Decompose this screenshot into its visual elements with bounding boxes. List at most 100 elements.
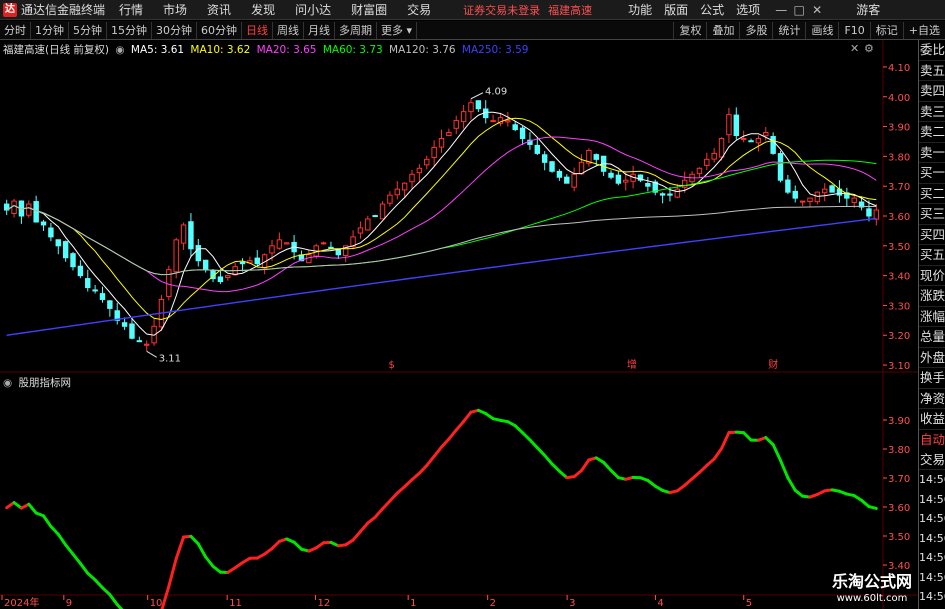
candle-body (180, 224, 187, 244)
close-icon[interactable]: ✕ (808, 3, 826, 17)
indicator-tick-label: 3.90 (888, 416, 910, 427)
candle-body (188, 221, 194, 250)
tab-5min[interactable]: 5分钟 (69, 21, 107, 39)
candle-body (460, 111, 467, 123)
settings-dot-icon[interactable]: ◉ (115, 44, 124, 56)
candle-body (26, 203, 32, 216)
time-tick-label: 2 (490, 598, 496, 609)
candle-body (593, 154, 599, 160)
indicator-tick-label: 3.60 (888, 503, 910, 514)
candle-body (748, 140, 754, 143)
indicator-tick-label: 3.80 (888, 445, 910, 456)
time-tick-label: 2024年 (4, 596, 39, 609)
ma250-label: MA250: 3.59 (461, 44, 529, 56)
tab-15min[interactable]: 15分钟 (107, 21, 152, 39)
price-tick-label: 3.20 (888, 331, 910, 342)
candle-body (85, 278, 91, 289)
candle-body (704, 158, 710, 166)
chart-title: 福建高速(日线 前复权) (3, 44, 110, 56)
candle-body (623, 179, 629, 183)
menu-shichang[interactable]: 市场 (163, 1, 187, 18)
candle-body (726, 114, 732, 136)
f10-button[interactable]: F10 (838, 21, 869, 39)
candle-body (792, 190, 798, 199)
candle-body (866, 208, 872, 217)
candle-body (202, 259, 209, 271)
menu-xuanxiang[interactable]: 选项 (736, 1, 760, 18)
menu-zixun[interactable]: 资讯 (207, 1, 231, 18)
candle-body (807, 197, 813, 202)
draw-line-button[interactable]: 画线 (805, 21, 838, 39)
legend-close-icon[interactable]: ✕ (850, 42, 859, 55)
time-tick-label: 9 (66, 598, 72, 609)
mark-button[interactable]: 标记 (869, 21, 903, 39)
candle-body (549, 161, 555, 172)
candle-body (718, 137, 725, 158)
menu-hangqing[interactable]: 行情 (119, 1, 143, 18)
tick-time: 14:56 (919, 512, 945, 525)
candle-body (615, 174, 622, 184)
candle-body (453, 120, 459, 129)
maximize-icon[interactable]: □ (790, 3, 808, 17)
legend-settings-icon[interactable]: ⚙ (864, 42, 874, 55)
guest-label[interactable]: 游客 (856, 1, 880, 18)
menu-faxian[interactable]: 发现 (251, 1, 275, 18)
candle-body (409, 173, 415, 183)
tab-1min[interactable]: 1分钟 (31, 21, 69, 39)
indicator-tick-label: 3.40 (888, 561, 910, 572)
indicator-dot-icon[interactable]: ◉ (3, 377, 12, 389)
quote-row: 净资 (919, 389, 945, 409)
candle-body (173, 239, 179, 273)
tab-weekly[interactable]: 周线 (273, 21, 304, 39)
time-tick-label: 3 (569, 598, 575, 609)
auto-section-tab[interactable]: 自动 (919, 430, 945, 450)
candle-body (217, 276, 224, 283)
tab-60min[interactable]: 60分钟 (197, 21, 242, 39)
multi-stock-button[interactable]: 多股 (739, 21, 772, 39)
candle-body (468, 102, 474, 113)
tab-more[interactable]: 更多 ▾ (377, 21, 418, 39)
app-name: 通达信金融终端 (21, 3, 106, 17)
menu-gongshi[interactable]: 公式 (700, 1, 724, 18)
menu-banmian[interactable]: 版面 (664, 1, 688, 18)
tab-monthly[interactable]: 月线 (304, 21, 335, 39)
candle-body (829, 185, 835, 193)
candle-body (556, 170, 563, 178)
tab-30min[interactable]: 30分钟 (152, 21, 197, 39)
candle-body (740, 137, 747, 140)
menu-gongneng[interactable]: 功能 (628, 1, 652, 18)
indicator-segment-down (867, 505, 878, 510)
quote-row: 卖三 (919, 102, 945, 122)
overlay-button[interactable]: 叠加 (706, 21, 739, 39)
quote-row: 涨幅 (919, 307, 945, 327)
menu-caifuquan[interactable]: 财富圈 (351, 1, 387, 18)
candle-body (770, 136, 776, 154)
stats-button[interactable]: 统计 (772, 21, 805, 39)
tab-daily[interactable]: 日线 (242, 21, 273, 39)
ma5-label: MA5: 3.61 (130, 44, 185, 56)
kline-chart[interactable]: 4.10 4.00 3.90 3.80 3.70 3.60 3.50 3.40 3.30 3.20… (0, 40, 918, 609)
price-tick-label: 3.40 (888, 272, 910, 283)
candle-body (254, 257, 260, 265)
candle-body (379, 203, 386, 220)
candle-body (387, 194, 393, 204)
menu-wenxiaoda[interactable]: 问小达 (295, 1, 331, 18)
quote-row: 卖四 (919, 81, 945, 102)
candle-body (541, 154, 548, 163)
candle-body (505, 120, 511, 123)
add-watchlist-button[interactable]: +自选 (902, 21, 945, 39)
candle-body (195, 245, 202, 262)
candle-body (225, 275, 231, 279)
minimize-icon[interactable]: — (772, 3, 790, 17)
time-tick-label: 1 (410, 598, 416, 609)
fuquan-button[interactable]: 复权 (673, 21, 706, 39)
ma120-label: MA120: 3.76 (389, 44, 456, 56)
tab-multi-period[interactable]: 多周期 (335, 21, 377, 39)
event-mark: 财 (768, 358, 778, 371)
tab-fenshi[interactable]: 分时 (0, 21, 31, 39)
trade-section-tab[interactable]: 交易 (919, 450, 945, 470)
low-marker-label: 3.11 (159, 353, 181, 364)
login-notice[interactable]: 证券交易未登录 (463, 2, 540, 18)
menu-jiaoyi[interactable]: 交易 (407, 1, 431, 18)
candle-body (785, 179, 791, 193)
